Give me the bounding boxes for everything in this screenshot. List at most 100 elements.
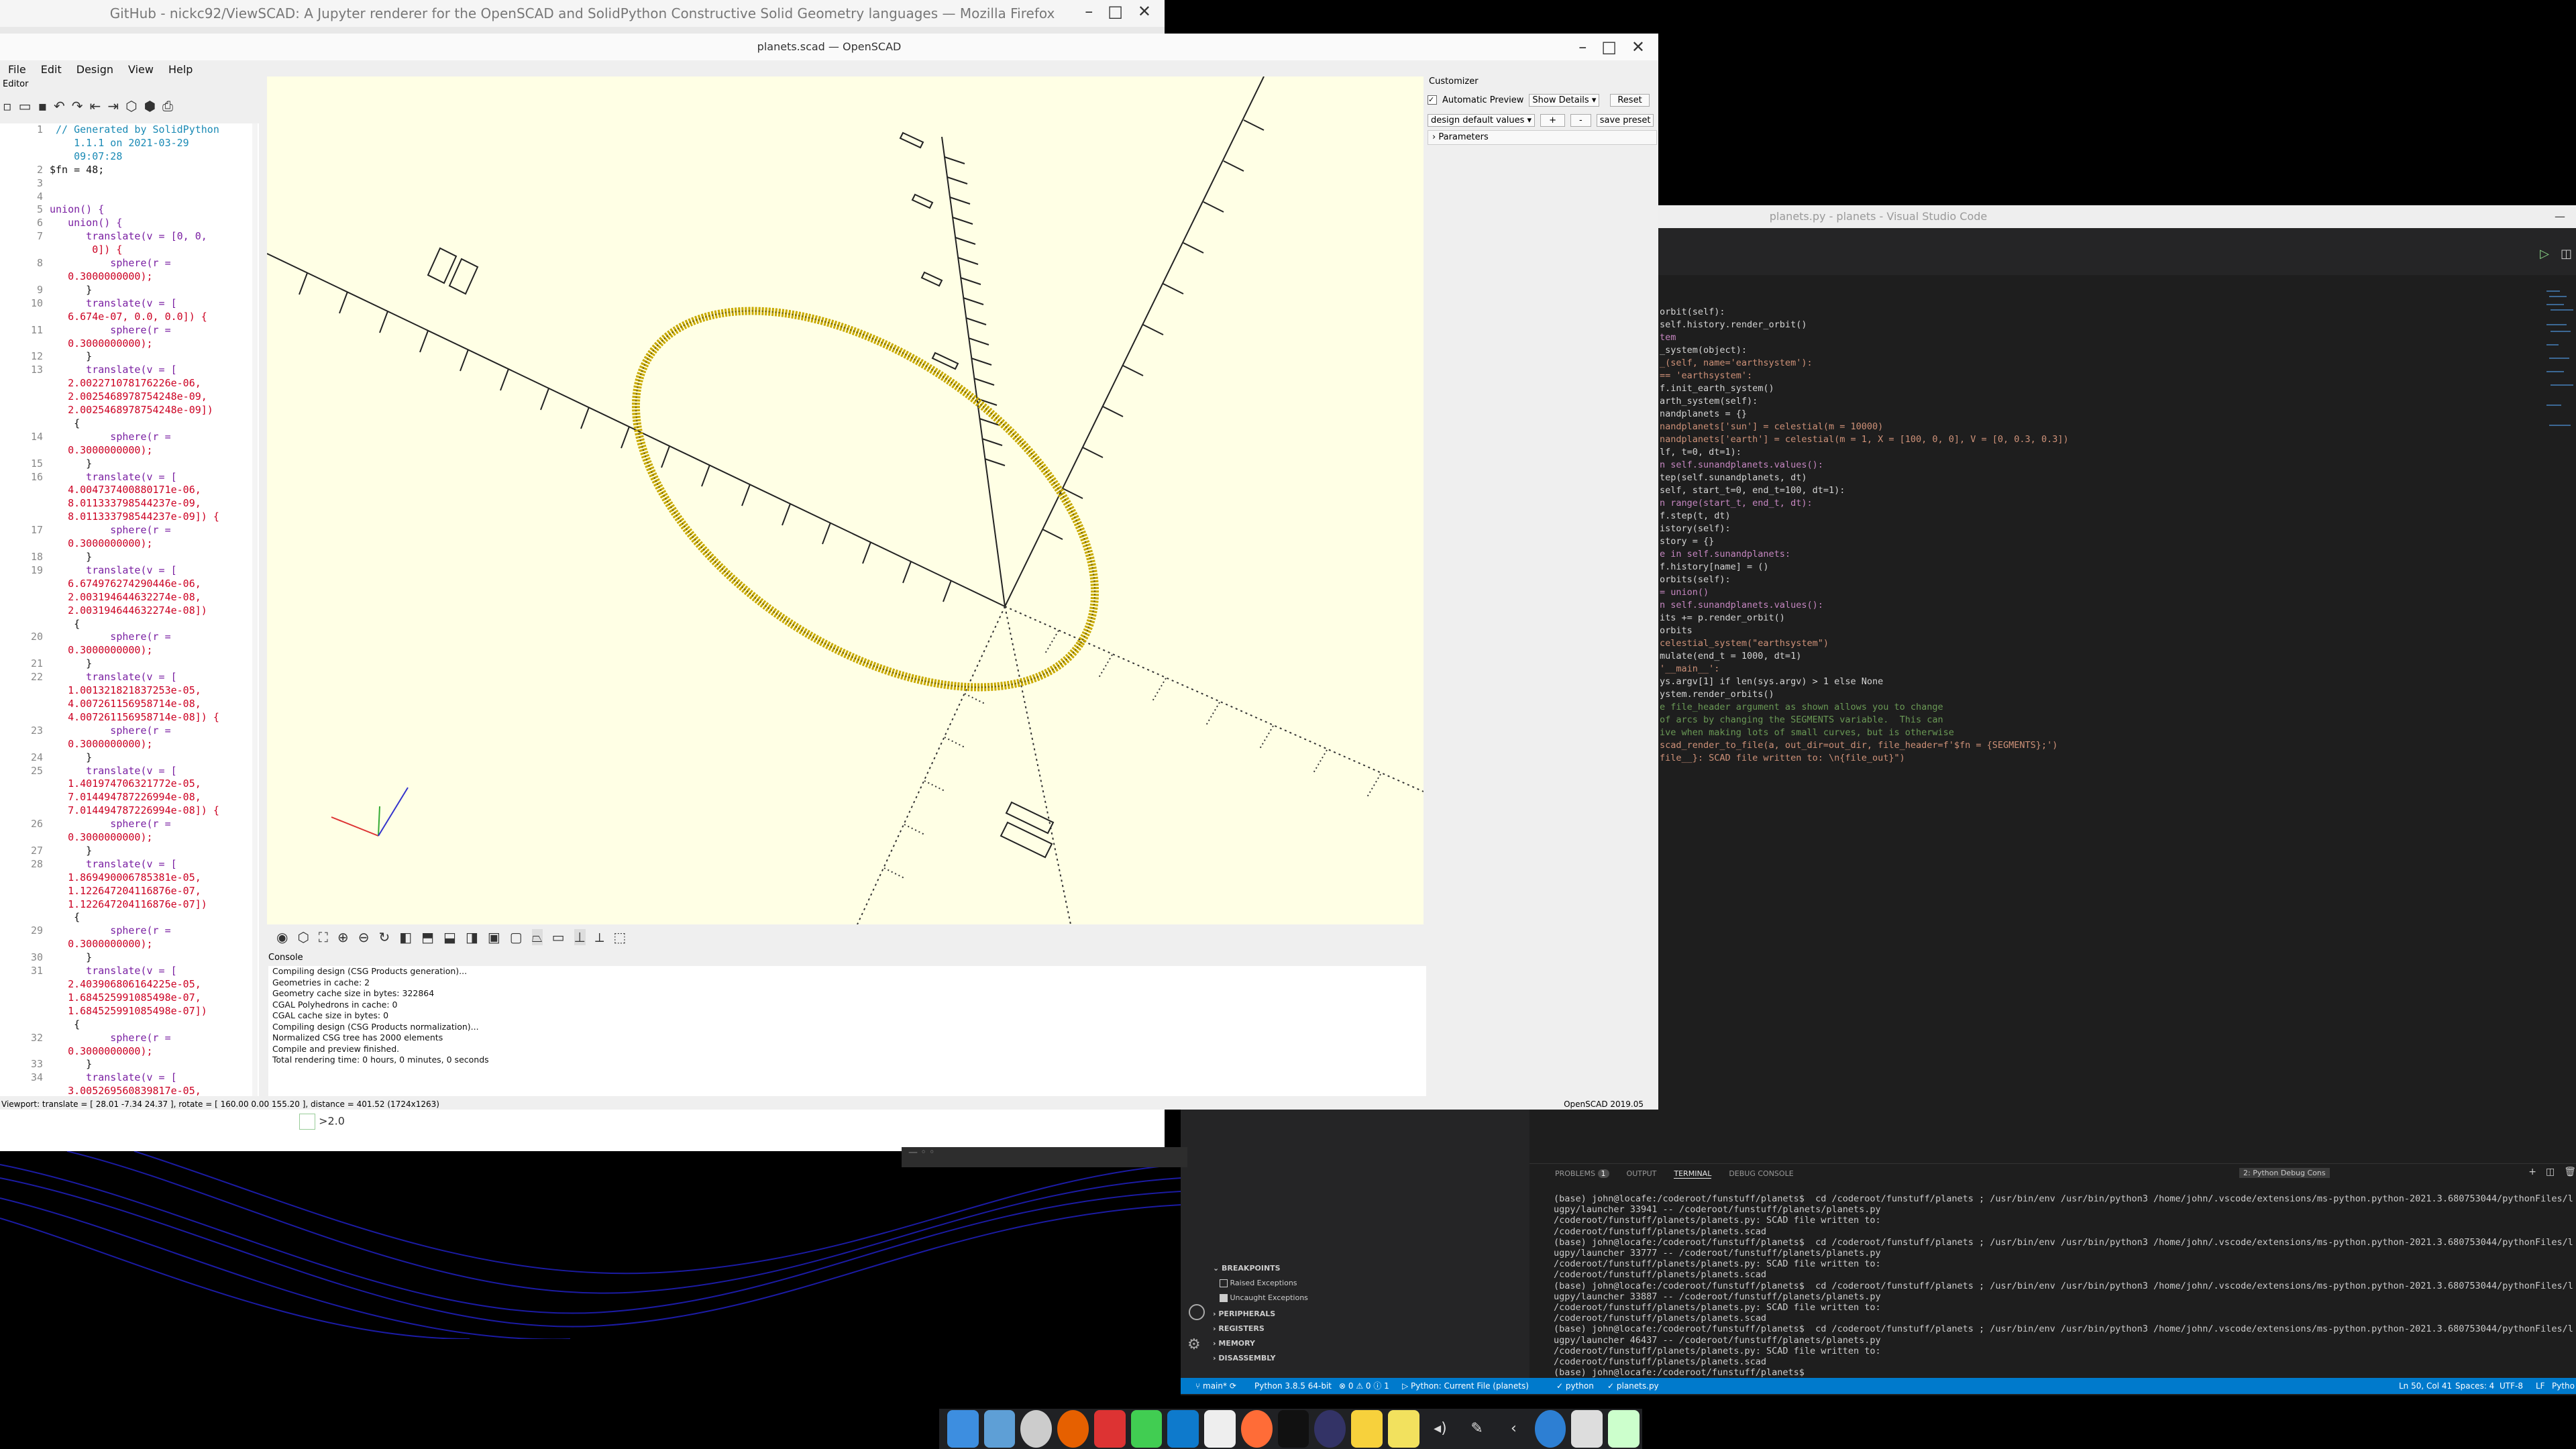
code-editor[interactable]: 1 // Generated by SolidPython 1.1.1 on 2… — [0, 123, 259, 1096]
remove-preset-button[interactable]: - — [1570, 113, 1591, 127]
vscode-close-icon[interactable]: — — [2555, 205, 2565, 228]
status-python[interactable]: Python 3.8.5 64-bit — [1254, 1378, 1332, 1394]
system-monitor-icon[interactable] — [1571, 1410, 1603, 1448]
render-icon[interactable]: ⬡ — [297, 929, 309, 945]
trash-icon[interactable]: 🗑 — [2564, 1167, 2576, 1177]
preview-icon[interactable]: ◉ — [276, 929, 288, 945]
gear-icon[interactable]: ⚙ — [1187, 1336, 1201, 1353]
redo-icon[interactable]: ↷ — [72, 98, 83, 114]
menu-view[interactable]: View — [128, 60, 154, 79]
unindent-icon[interactable]: ⇤ — [90, 98, 101, 114]
save-icon[interactable]: ▪ — [38, 98, 47, 114]
pen-icon[interactable]: ✎ — [1461, 1410, 1493, 1448]
open-file-icon[interactable]: ▭ — [19, 98, 32, 114]
new-file-icon[interactable]: ▫ — [3, 98, 12, 114]
show-axes-icon[interactable]: ⊥ — [574, 929, 586, 945]
breakpoints-header[interactable]: ⌄ BREAKPOINTS — [1213, 1264, 1281, 1273]
orthogonal-icon[interactable]: ▭ — [552, 929, 565, 945]
status-branch[interactable]: ⑂ main* ⟳ — [1195, 1378, 1236, 1394]
split-icon[interactable]: ◫ — [2546, 1167, 2555, 1177]
reset-button[interactable]: Reset — [1610, 93, 1650, 107]
minimize-icon[interactable]: – — [1085, 0, 1093, 27]
plus-icon[interactable]: + — [2528, 1167, 2536, 1177]
editor-scrollbar[interactable] — [252, 123, 258, 1096]
console-output[interactable]: Compiling design (CSG Products generatio… — [268, 966, 1426, 1096]
openscad-icon[interactable] — [1387, 1410, 1419, 1448]
auto-preview-checkbox[interactable]: ✓ — [1428, 95, 1437, 105]
chevron-left-icon[interactable]: ‹ — [1498, 1410, 1529, 1448]
view-front-icon[interactable]: ▣ — [488, 929, 500, 945]
perspective-icon[interactable]: ⏢ — [531, 929, 543, 945]
zoom-in-icon[interactable]: ⊕ — [337, 929, 349, 945]
tab-problems[interactable]: PROBLEMS 1 — [1555, 1169, 1609, 1179]
disassembly-header[interactable]: › DISASSEMBLY — [1213, 1354, 1276, 1362]
preview-icon[interactable]: ⬡ — [125, 98, 137, 114]
raised-exceptions-row[interactable]: Raised Exceptions — [1220, 1279, 1297, 1287]
reset-view-icon[interactable]: ↻ — [378, 929, 390, 945]
tab-output[interactable]: OUTPUT — [1627, 1169, 1657, 1179]
menu-edit[interactable]: Edit — [41, 60, 62, 79]
close-icon[interactable]: ✕ — [1631, 34, 1645, 60]
menu-help[interactable]: Help — [168, 60, 193, 79]
browser-icon[interactable] — [1314, 1410, 1346, 1448]
power-icon[interactable] — [1534, 1410, 1566, 1448]
registers-header[interactable]: › REGISTERS — [1213, 1324, 1265, 1333]
python-icon[interactable] — [1351, 1410, 1383, 1448]
export-stl-icon[interactable]: ⎙ — [162, 98, 173, 114]
terminal-output[interactable]: (base) john@locafe:/coderoot/funstuff/pl… — [1554, 1193, 2573, 1378]
volume-icon[interactable]: ◂) — [1425, 1410, 1456, 1448]
terminal-select[interactable]: 2: Python Debug Cons — [2239, 1168, 2330, 1178]
tab-debug-console[interactable]: DEBUG CONSOLE — [1729, 1169, 1793, 1179]
uncaught-exceptions-row[interactable]: Uncaught Exceptions — [1220, 1293, 1308, 1302]
files-icon[interactable] — [983, 1410, 1016, 1448]
view-left-icon[interactable]: ◨ — [466, 929, 478, 945]
maximize-icon[interactable]: □ — [1108, 0, 1123, 27]
trash-icon[interactable] — [1608, 1410, 1640, 1448]
firefox-icon[interactable] — [1057, 1410, 1089, 1448]
zoom-out-icon[interactable]: ⊖ — [358, 929, 370, 945]
peripherals-header[interactable]: › PERIPHERALS — [1213, 1309, 1275, 1318]
view-back-icon[interactable]: ▢ — [510, 929, 523, 945]
memory-header[interactable]: › MEMORY — [1213, 1339, 1255, 1348]
menu-file[interactable]: File — [8, 60, 26, 79]
text-editor-icon[interactable] — [1204, 1410, 1236, 1448]
status-planets[interactable]: ✓ planets.py — [1607, 1378, 1659, 1394]
view-bottom-icon[interactable]: ⬓ — [443, 929, 456, 945]
view-top-icon[interactable]: ⬒ — [421, 929, 434, 945]
launcher-icon[interactable] — [947, 1410, 979, 1448]
view-right-icon[interactable]: ◧ — [399, 929, 412, 945]
status-spaces[interactable]: Spaces: 4 — [2455, 1378, 2494, 1394]
status-eol[interactable]: LF — [2536, 1378, 2545, 1394]
show-edges-icon[interactable]: ⬚ — [613, 929, 626, 945]
menu-design[interactable]: Design — [76, 60, 113, 79]
status-problems[interactable]: ⊗ 0 ⚠ 0 ⓘ 1 — [1339, 1378, 1389, 1394]
vscode-code-area[interactable]: orbit(self): self.history.render_orbit() t… — [1660, 306, 2532, 765]
status-debug[interactable]: ▷ Python: Current File (planets) — [1402, 1378, 1529, 1394]
view-all-icon[interactable]: ⛶ — [319, 929, 328, 945]
split-editor-icon[interactable]: ◫ — [2561, 247, 2572, 261]
status-encoding[interactable]: UTF-8 — [2500, 1378, 2523, 1394]
status-lang[interactable]: Pytho — [2552, 1378, 2575, 1394]
qt-creator-icon[interactable] — [1130, 1410, 1163, 1448]
vscode-icon[interactable] — [1167, 1410, 1199, 1448]
status-position[interactable]: Ln 50, Col 41 — [2399, 1378, 2452, 1394]
settings-icon[interactable] — [1020, 1410, 1053, 1448]
status-python-file[interactable]: ✓ python — [1556, 1378, 1594, 1394]
indent-icon[interactable]: ⇥ — [107, 98, 119, 114]
account-icon[interactable] — [1189, 1304, 1205, 1320]
add-preset-button[interactable]: + — [1540, 113, 1565, 127]
close-icon[interactable]: ✕ — [1138, 0, 1151, 27]
save-preset-button[interactable]: save preset — [1596, 113, 1654, 127]
undo-icon[interactable]: ↶ — [54, 98, 65, 114]
viewport-3d[interactable] — [267, 76, 1424, 924]
show-details-select[interactable]: Show Details ▾ — [1529, 93, 1600, 107]
preset-select[interactable]: design default values ▾ — [1428, 113, 1536, 127]
uncaught-checkbox[interactable] — [1220, 1294, 1228, 1302]
minimize-icon[interactable]: – — [1578, 34, 1587, 60]
maximize-icon[interactable]: □ — [1601, 34, 1617, 60]
render-icon[interactable]: ⬢ — [144, 98, 156, 114]
postman-icon[interactable] — [1240, 1410, 1273, 1448]
show-scale-icon[interactable]: ⟂ — [595, 929, 604, 945]
tab-terminal[interactable]: TERMINAL — [1674, 1169, 1712, 1179]
run-icon[interactable]: ▷ — [2540, 247, 2549, 261]
